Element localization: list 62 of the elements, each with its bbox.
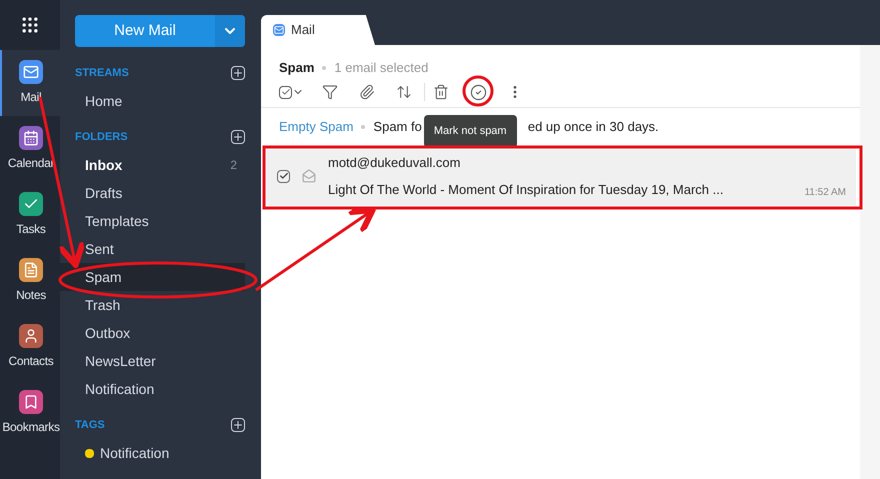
notes-icon xyxy=(19,258,43,282)
delete-icon[interactable] xyxy=(433,84,449,100)
folder-item[interactable]: NewsLetter xyxy=(60,347,245,375)
folder-item[interactable]: Templates xyxy=(60,207,245,235)
mark-not-spam-icon[interactable] xyxy=(470,84,487,100)
folder-label: NewsLetter xyxy=(85,352,156,370)
rail-item[interactable]: Bookmarks xyxy=(0,380,60,446)
folder-label: Spam xyxy=(85,268,122,287)
folder-label: Notification xyxy=(85,380,154,398)
rail-item[interactable]: Tasks xyxy=(0,182,60,248)
folder-item[interactable]: Home xyxy=(60,87,245,115)
attachment-icon[interactable] xyxy=(359,84,375,100)
tasks-icon xyxy=(19,192,43,216)
folder-item[interactable]: Notification xyxy=(60,375,245,403)
rail-item[interactable]: Notes xyxy=(0,248,60,314)
filter-icon[interactable] xyxy=(322,84,338,100)
add-icon[interactable] xyxy=(231,66,245,80)
message-row[interactable]: motd@dukeduvall.com Light Of The World - Moment Of Inspiration for Tuesday 19, March ... 11:52 AM xyxy=(265,146,856,206)
folder-label: Sent xyxy=(85,240,114,258)
unread-count: 2 xyxy=(230,157,237,174)
sort-icon[interactable] xyxy=(396,84,412,100)
folder-label: Templates xyxy=(85,212,149,231)
message-checkbox[interactable] xyxy=(277,170,290,182)
folder-item[interactable]: Notification xyxy=(60,439,245,467)
section-title: TAGS xyxy=(75,418,105,433)
rail-item[interactable]: Calendar xyxy=(0,116,60,182)
folder-label: Home xyxy=(85,92,122,110)
calendar-icon xyxy=(19,126,43,150)
empty-spam-link[interactable]: Empty Spam xyxy=(279,117,354,137)
folder-item[interactable]: Drafts xyxy=(60,179,245,207)
add-icon[interactable] xyxy=(231,418,245,432)
mail-icon xyxy=(19,60,43,84)
selection-count: 1 email selected xyxy=(334,59,428,78)
folder-item[interactable]: Trash xyxy=(60,291,245,319)
contacts-icon xyxy=(19,324,43,348)
folder-label: Trash xyxy=(85,296,120,314)
section-title: FOLDERS xyxy=(75,130,128,145)
rail-item[interactable]: Contacts xyxy=(0,314,60,380)
bookmarks-icon xyxy=(19,390,43,414)
folder-label: Inbox xyxy=(85,156,122,174)
apps-grid-icon[interactable] xyxy=(20,15,40,35)
section-title: STREAMS xyxy=(75,66,129,81)
select-all-icon[interactable] xyxy=(279,86,304,98)
folder-label: Drafts xyxy=(85,184,122,202)
folder-item[interactable]: Outbox xyxy=(60,319,245,347)
folder-item[interactable]: Sent xyxy=(60,235,245,263)
folder-title: Spam xyxy=(279,59,314,78)
message-sender: motd@dukeduvall.com xyxy=(328,154,462,172)
annotation-circle xyxy=(462,76,494,106)
folder-label: Notification xyxy=(100,444,170,462)
envelope-icon xyxy=(302,169,316,183)
folder-label: Outbox xyxy=(85,324,130,342)
new-mail-dropdown[interactable] xyxy=(215,15,245,47)
folder-item[interactable]: Inbox 2 xyxy=(60,151,245,179)
message-time: 11:52 AM xyxy=(804,186,846,200)
info-text: ed up once in 30 days. xyxy=(528,118,659,136)
mail-icon xyxy=(273,24,285,36)
add-icon[interactable] xyxy=(231,130,245,144)
tooltip: Mark not spam xyxy=(424,115,517,148)
info-text: Spam fo xyxy=(373,118,422,136)
mail-tab[interactable]: Mail xyxy=(261,15,375,45)
message-subject: Light Of The World - Moment Of Inspiration for Tuesday 19, March ... xyxy=(328,181,724,199)
